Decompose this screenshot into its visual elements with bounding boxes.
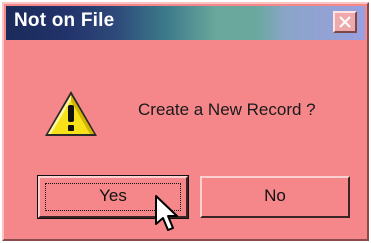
dialog-window: Not on File Create a New Record ? Yes No [2,2,369,241]
title-bar[interactable]: Not on File [6,6,365,40]
dialog-message: Create a New Record ? [138,100,316,119]
no-button[interactable]: No [200,176,350,218]
mouse-pointer-icon [154,194,184,239]
no-button-label: No [264,186,286,205]
window-title: Not on File [14,10,115,31]
warning-icon [42,88,100,145]
close-button[interactable] [333,11,357,33]
close-icon [339,16,351,28]
